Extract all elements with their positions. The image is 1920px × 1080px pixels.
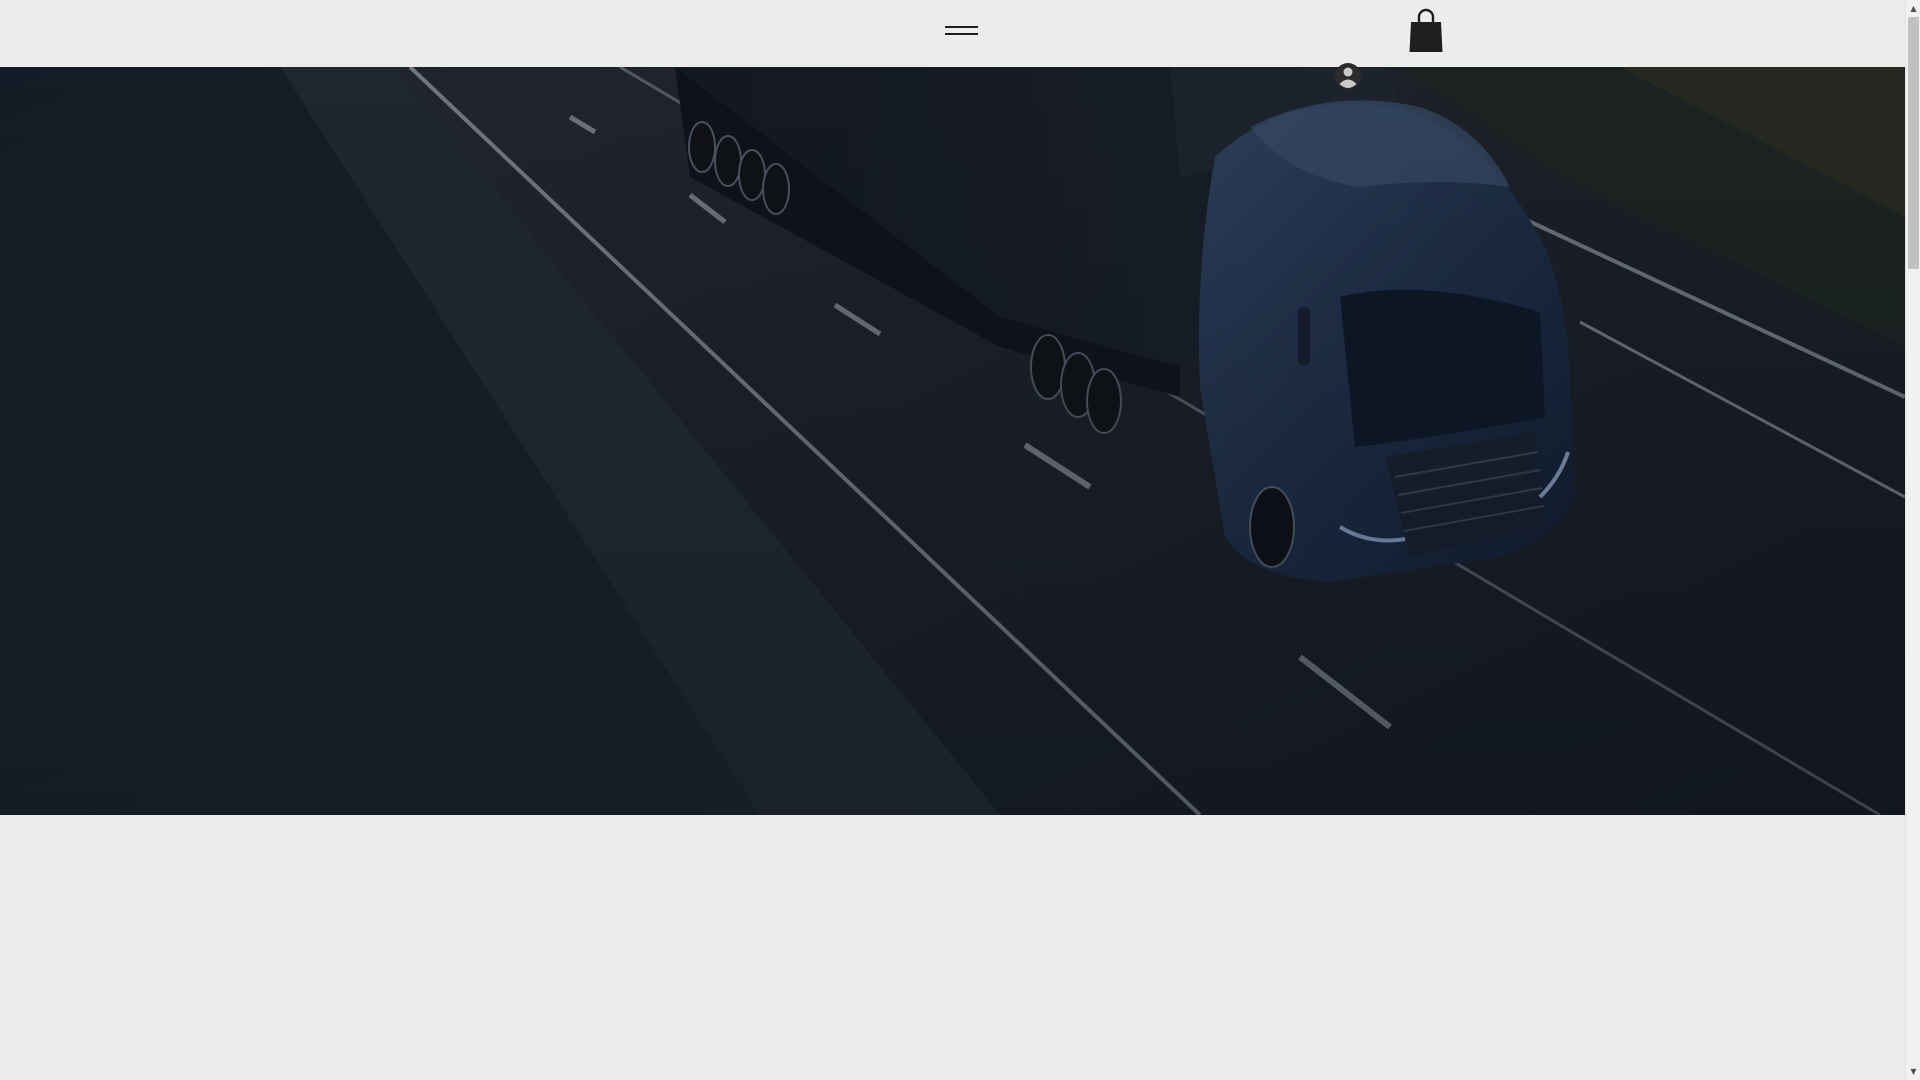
- truck-on-highway-photo: [0, 67, 1905, 815]
- scrollbar-thumb[interactable]: [1908, 17, 1919, 269]
- hero-banner: [0, 67, 1905, 815]
- user-avatar-icon[interactable]: [1330, 62, 1366, 94]
- hamburger-menu-icon[interactable]: [936, 18, 986, 48]
- scroll-up-arrow-icon[interactable]: ▲: [1906, 0, 1920, 17]
- shopping-bag-icon[interactable]: [1404, 6, 1448, 56]
- menu-line: [945, 33, 978, 35]
- site-header: [0, 0, 1905, 67]
- scroll-down-arrow-icon[interactable]: ▼: [1906, 1063, 1920, 1080]
- page: ▲ ▼: [0, 0, 1920, 1080]
- menu-line: [945, 26, 978, 28]
- page-scrollbar[interactable]: ▲ ▼: [1905, 0, 1920, 1080]
